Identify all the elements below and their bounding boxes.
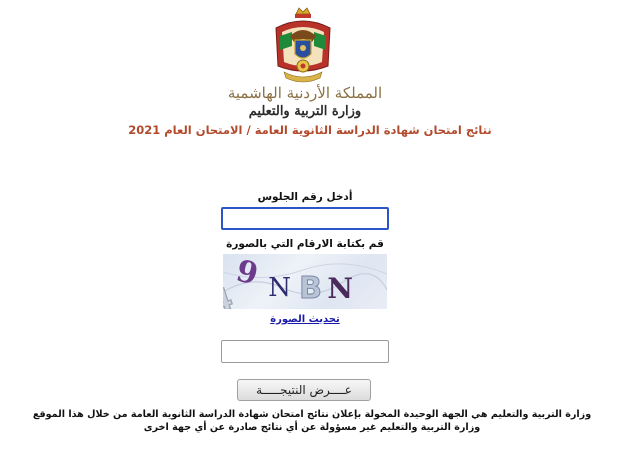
refresh-captcha-link[interactable]: تحديث الصورة (255, 314, 355, 325)
captcha-glyph: 9 (233, 254, 262, 293)
captcha-glyph: B (299, 271, 322, 306)
captcha-label: قم بكتابة الارقام التي بالصورة (226, 238, 384, 250)
page: المملكة الأردنية الهاشمية وزارة التربية … (0, 0, 624, 450)
captcha-glyph: N (327, 272, 353, 305)
show-result-button[interactable]: عــــرض النتيجـــــة (237, 379, 371, 401)
page-title: نتائج امتحان شهادة الدراسة الثانوية العا… (128, 123, 492, 137)
seat-number-label: أدخل رقم الجلوس (257, 191, 353, 203)
jordan-coat-of-arms-icon (272, 6, 334, 84)
captcha-glyph: N (268, 273, 291, 303)
kingdom-name: المملكة الأردنية الهاشمية (227, 84, 383, 102)
captcha-image: 4 9 N B N (223, 254, 387, 309)
seat-number-input[interactable] (221, 207, 389, 230)
ministry-name: وزارة التربية والتعليم (248, 104, 362, 119)
notice-line-1: وزارة التربية والتعليم هي الجهة الوحيدة … (32, 409, 592, 420)
notice-line-2: وزارة التربية والتعليم غير مسؤولة عن أي … (143, 422, 481, 433)
captcha-input[interactable] (221, 340, 389, 363)
